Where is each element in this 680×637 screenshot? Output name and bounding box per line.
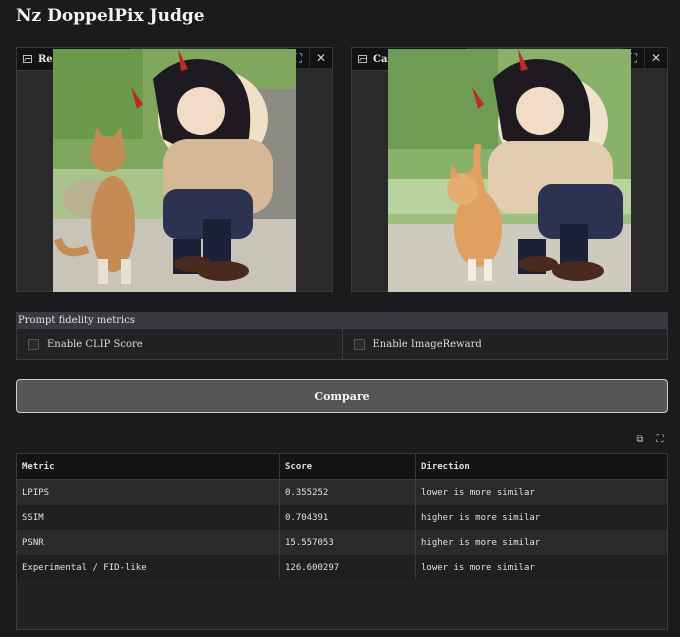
score-cell: 126.600297 [279, 555, 416, 580]
clip-score-checkbox[interactable] [28, 338, 39, 350]
imagereward-checkbox[interactable] [353, 338, 365, 350]
direction-cell: lower is more similar [415, 555, 667, 580]
image-icon [358, 55, 367, 63]
copy-icon[interactable]: ⧉ [634, 433, 646, 445]
imagereward-label: Enable ImageReward [372, 338, 482, 350]
image-icon [23, 55, 32, 63]
score-cell: 0.704391 [279, 505, 416, 530]
metric-cell: Experimental / FID-like [17, 555, 280, 580]
column-header-score[interactable]: Score [279, 454, 416, 480]
imagereward-option[interactable]: Enable ImageReward [341, 329, 668, 359]
clip-score-option[interactable]: Enable CLIP Score [17, 329, 342, 359]
metric-cell: LPIPS [17, 479, 280, 505]
table-row: SSIM 0.704391 higher is more similar [17, 505, 667, 530]
candidate-image-panel[interactable]: Candidate PNG ⛶ ✕ [351, 47, 668, 292]
column-header-direction[interactable]: Direction [415, 454, 667, 480]
clip-score-label: Enable CLIP Score [47, 338, 143, 350]
direction-cell: higher is more similar [415, 530, 667, 555]
table-row: Experimental / FID-like 126.600297 lower… [17, 555, 667, 580]
results-table: Metric Score Direction LPIPS 0.355252 lo… [16, 453, 668, 630]
prompt-fidelity-group: Prompt fidelity metrics Enable CLIP Scor… [16, 312, 668, 360]
close-icon[interactable]: ✕ [644, 48, 667, 68]
prompt-fidelity-title: Prompt fidelity metrics [17, 313, 667, 329]
reference-image [53, 49, 296, 292]
metric-cell: SSIM [17, 505, 280, 530]
column-header-metric[interactable]: Metric [17, 454, 280, 480]
score-cell: 15.557053 [279, 530, 416, 555]
close-icon[interactable]: ✕ [309, 48, 332, 68]
compare-button[interactable]: Compare [16, 379, 668, 413]
results-toolbar: ⧉ ⛶ [634, 433, 666, 445]
table-row: PSNR 15.557053 higher is more similar [17, 530, 667, 555]
reference-image-panel[interactable]: Reference PNG ⛶ ✕ [16, 47, 333, 292]
fullscreen-icon[interactable]: ⛶ [654, 433, 666, 445]
score-cell: 0.355252 [279, 479, 416, 505]
direction-cell: lower is more similar [415, 479, 667, 505]
direction-cell: higher is more similar [415, 505, 667, 530]
candidate-image [388, 49, 631, 292]
table-row: LPIPS 0.355252 lower is more similar [17, 479, 667, 505]
metric-cell: PSNR [17, 530, 280, 555]
app-title: Nz DoppelPix Judge [16, 6, 205, 26]
